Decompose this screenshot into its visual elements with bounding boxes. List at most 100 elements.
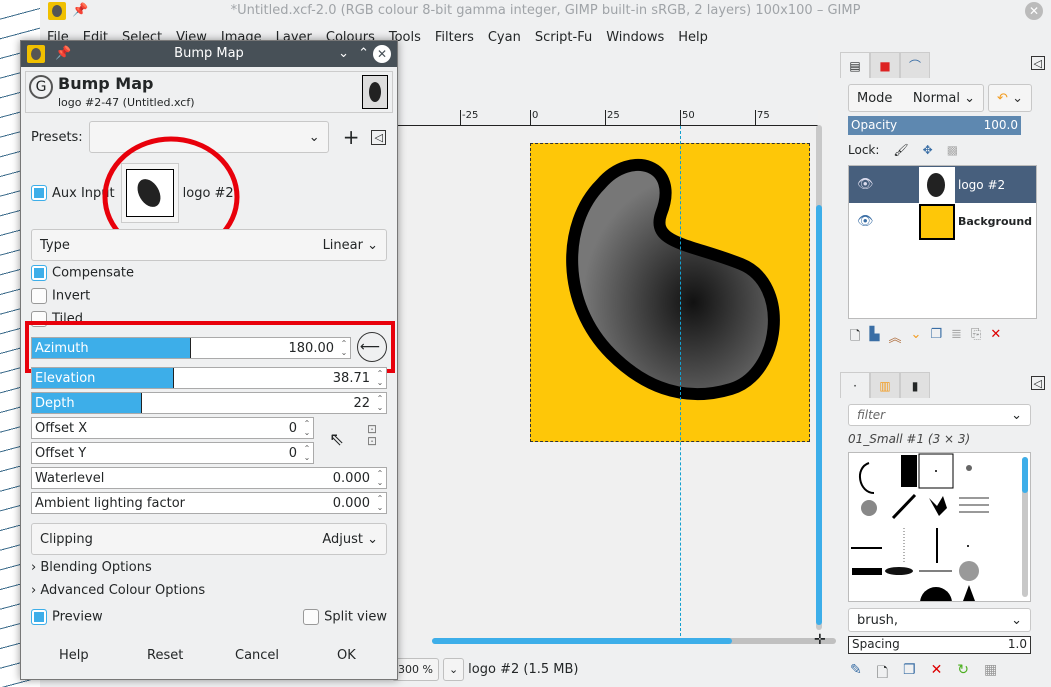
image-canvas[interactable] (530, 143, 810, 442)
duplicate-layer-icon[interactable]: ❐ (930, 327, 942, 349)
waterlevel-value: 0.000 (332, 470, 370, 486)
refresh-brushes-icon[interactable]: ↻ (957, 662, 969, 686)
layers-panel: ▤ ■ ⌒ ◁ Mode Normal ⌄ ↶ ⌄ Opacity 100.0 Lo… (840, 52, 1045, 362)
layer-name[interactable]: logo #2 (955, 178, 1005, 192)
pick-offset-pointer-icon[interactable]: ⇖ (329, 429, 344, 450)
layer-name[interactable]: Background (955, 215, 1032, 228)
advanced-colour-options-label: Advanced Colour Options (40, 583, 206, 598)
brush-grid[interactable] (848, 452, 1031, 619)
brush-tag-input[interactable]: brush, ⌄ (848, 608, 1031, 632)
merge-layer-icon[interactable]: ≣ (951, 327, 962, 349)
window-titlebar: 📌 *Untitled.xcf-2.0 (RGB colour 8-bit ga… (40, 0, 1051, 24)
tab-channels[interactable]: ■ (870, 52, 900, 78)
pin-icon[interactable]: 📌 (55, 41, 71, 67)
visibility-eye-icon[interactable]: 👁 (849, 214, 919, 229)
mode-dropdown[interactable]: Mode Normal ⌄ (848, 84, 984, 112)
dialog-titlebar[interactable]: 📌 Bump Map ⌄ ⌃ ✕ (21, 41, 397, 67)
minimize-icon[interactable]: ⌄ (338, 41, 349, 67)
tab-layers[interactable]: ▤ (840, 52, 870, 78)
visibility-eye-icon[interactable]: 👁 (849, 177, 919, 192)
advanced-colour-options-expander[interactable]: › Advanced Colour Options (31, 583, 387, 598)
anchor-layer-icon[interactable]: ⎘ (971, 327, 981, 349)
lock-position-icon[interactable]: ✥ (923, 143, 933, 157)
filter-input[interactable]: filter ⌄ (848, 404, 1031, 426)
layer-row-logo[interactable]: 👁 logo #2 (849, 166, 1036, 203)
lock-pixels-icon[interactable]: 🖌 (893, 143, 908, 157)
brush-as-image-icon[interactable]: ▦ (984, 662, 997, 686)
cancel-button[interactable]: Cancel (235, 648, 279, 663)
split-view-row[interactable]: Split view (303, 609, 387, 625)
raise-layer-icon[interactable]: ︽ (888, 327, 901, 349)
gimp-app-icon (27, 45, 45, 63)
elevation-slider[interactable]: Elevation 38.71 ⌃ ⌄ (31, 367, 387, 389)
invert-checkbox[interactable] (31, 288, 47, 304)
aux-input-checkbox[interactable] (31, 185, 47, 201)
horizontal-scrollbar[interactable] (432, 638, 836, 644)
layer-row-background[interactable]: 👁 Background (849, 203, 1036, 240)
reset-button[interactable]: Reset (147, 648, 183, 663)
blending-options-expander[interactable]: › Blending Options (31, 560, 387, 575)
close-icon[interactable]: ✕ (373, 45, 391, 63)
split-view-checkbox[interactable] (303, 609, 320, 625)
brush-grid-scrollbar[interactable] (1022, 457, 1028, 597)
help-button[interactable]: Help (59, 648, 89, 663)
navigate-icon[interactable]: ✛ (814, 632, 826, 648)
menu-windows[interactable]: Windows (599, 28, 671, 48)
invert-row[interactable]: Invert (31, 288, 387, 304)
clipping-dropdown[interactable]: Clipping Adjust ⌄ (31, 523, 387, 555)
vertical-guide[interactable] (680, 126, 681, 641)
zoom-value[interactable]: 300 % (392, 657, 439, 681)
ambient-lighting-spinner[interactable]: Ambient lighting factor 0.000 ⌃ ⌄ (31, 492, 387, 514)
panel-menu-icon[interactable]: ◁ (1030, 376, 1045, 390)
depth-slider[interactable]: Depth 22 ⌃ ⌄ (31, 392, 387, 414)
add-preset-icon[interactable]: + (343, 125, 360, 149)
layers-list: 👁 logo #2 👁 Background (848, 165, 1037, 319)
red-rectangle-annotation (25, 321, 395, 373)
menu-cyan[interactable]: Cyan (481, 28, 528, 48)
menu-script-fu[interactable]: Script-Fu (528, 28, 599, 48)
compensate-checkbox[interactable] (31, 265, 47, 281)
depth-value: 22 (353, 395, 370, 411)
maximize-icon[interactable]: ⌃ (358, 41, 369, 67)
new-brush-icon[interactable]: 🗋 (877, 662, 888, 686)
delete-layer-icon[interactable]: ✕ (990, 327, 1001, 349)
horizontal-ruler[interactable]: -25 0 25 50 75 (398, 110, 818, 126)
ruler-tick: 50 (680, 110, 695, 125)
compensate-row[interactable]: Compensate (31, 265, 387, 281)
new-layer-group-icon[interactable]: ▙ (869, 327, 879, 349)
menu-filters[interactable]: Filters (428, 28, 481, 48)
new-layer-icon[interactable]: 🗋 (850, 327, 860, 349)
canvas-area[interactable]: -25 0 25 50 75 (398, 110, 830, 641)
vertical-scrollbar[interactable] (816, 125, 822, 630)
offset-y-spinner[interactable]: Offset Y 0 ⌃ ⌄ (31, 442, 314, 464)
menu-help[interactable]: Help (671, 28, 715, 48)
type-dropdown[interactable]: Type Linear ⌄ (31, 229, 387, 261)
opacity-slider[interactable]: Opacity 100.0 (848, 116, 1021, 135)
ok-button[interactable]: OK (337, 648, 356, 663)
chain-link-icon[interactable]: ⊡ ⊡ (367, 423, 377, 447)
spacing-spinner[interactable]: Spacing 1.0 (848, 636, 1031, 654)
brush-thumbnails (851, 453, 989, 619)
mode-value: Normal (912, 90, 960, 106)
tab-patterns[interactable]: ▥ (870, 372, 900, 398)
zoom-dropdown[interactable]: ⌄ (442, 657, 465, 681)
duplicate-brush-icon[interactable]: ❐ (903, 662, 916, 686)
tab-brushes[interactable]: · (840, 372, 870, 398)
type-label: Type (40, 237, 70, 253)
tab-gradients[interactable]: ▮ (900, 372, 930, 398)
presets-menu-icon[interactable]: ◁ (371, 129, 386, 145)
split-view-label: Split view (324, 609, 387, 625)
brushes-panel: · ▥ ▮ ◁ filter ⌄ 01_Small #1 (3 × 3) bru… (840, 372, 1045, 687)
edit-brush-icon[interactable]: ✎ (850, 662, 862, 686)
delete-brush-icon[interactable]: ✕ (931, 662, 943, 686)
tab-paths[interactable]: ⌒ (900, 52, 930, 78)
waterlevel-spinner[interactable]: Waterlevel 0.000 ⌃ ⌄ (31, 467, 387, 489)
panel-menu-icon[interactable]: ◁ (1030, 56, 1045, 70)
preview-checkbox[interactable] (31, 609, 47, 625)
composite-mode-dropdown[interactable]: ↶ ⌄ (988, 84, 1032, 112)
lock-alpha-icon[interactable]: ▩ (947, 143, 958, 157)
close-icon[interactable]: ✕ (1025, 2, 1043, 20)
lower-layer-icon[interactable]: ⌄ (910, 327, 921, 349)
offset-x-spinner[interactable]: Offset X 0 ⌃ ⌄ (31, 417, 314, 439)
pin-icon[interactable]: 📌 (72, 0, 88, 22)
